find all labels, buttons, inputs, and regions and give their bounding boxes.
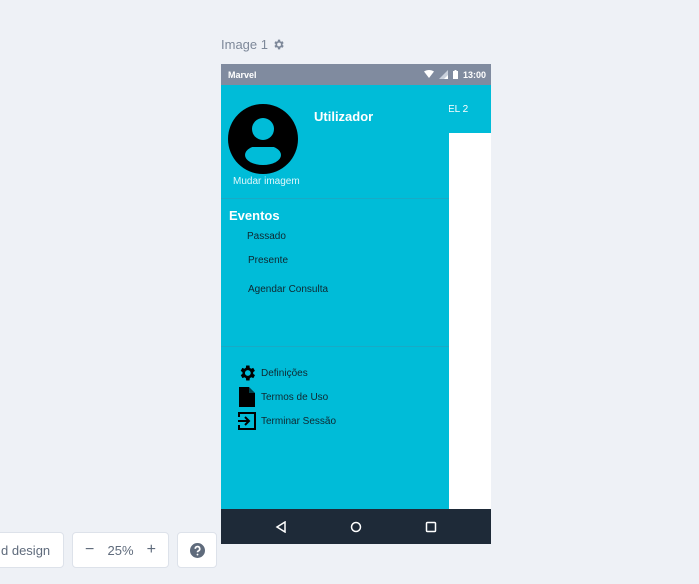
menu-item-present[interactable]: Presente [248, 255, 288, 266]
signal-icon [438, 70, 448, 79]
android-nav-bar [221, 509, 491, 544]
app-tab-label[interactable]: EL 2 [448, 104, 468, 115]
phone-screen: Marvel 13:00 EL 2 Utilizador Mudar image… [221, 64, 491, 544]
status-time: 13:00 [462, 69, 486, 80]
gear-icon[interactable] [272, 38, 285, 51]
change-image-link[interactable]: Mudar imagem [233, 176, 300, 187]
back-icon[interactable] [271, 517, 291, 537]
drawer-header: Utilizador Mudar imagem [221, 85, 449, 198]
logout-icon [237, 411, 257, 431]
terms-item[interactable]: Termos de Uso [237, 387, 328, 407]
home-icon[interactable] [346, 517, 366, 537]
help-button[interactable] [177, 532, 217, 568]
design-button[interactable]: d design [0, 532, 64, 568]
zoom-in-button[interactable]: + [147, 541, 156, 559]
image-title: Image 1 [221, 37, 268, 52]
design-label: d design [1, 542, 51, 558]
divider [221, 198, 449, 199]
terms-label: Termos de Uso [261, 391, 329, 403]
wifi-icon [423, 70, 434, 78]
navigation-drawer: Utilizador Mudar imagem Eventos Passado … [221, 85, 449, 509]
avatar-icon[interactable] [228, 104, 298, 174]
logout-label: Terminar Sessão [261, 415, 337, 427]
recents-icon[interactable] [421, 517, 441, 537]
menu-item-schedule[interactable]: Agendar Consulta [248, 284, 328, 295]
settings-item[interactable]: Definições [237, 363, 308, 383]
settings-label: Definições [261, 367, 308, 379]
divider [221, 346, 449, 347]
section-title-events: Eventos [229, 208, 280, 223]
user-name: Utilizador [314, 109, 374, 124]
zoom-control: − 25% + [72, 532, 169, 568]
zoom-value: 25% [107, 542, 134, 558]
status-bar: Marvel 13:00 [221, 64, 491, 85]
status-icons: 13:00 [423, 69, 486, 80]
battery-icon [452, 70, 458, 79]
menu-item-past[interactable]: Passado [247, 231, 286, 242]
image-label: Image 1 [221, 37, 285, 52]
zoom-out-button[interactable]: − [85, 541, 94, 559]
help-icon [189, 542, 205, 558]
logout-item[interactable]: Terminar Sessão [237, 411, 336, 431]
gear-icon [237, 363, 257, 383]
document-icon [237, 387, 257, 407]
carrier-name: Marvel [228, 69, 257, 80]
